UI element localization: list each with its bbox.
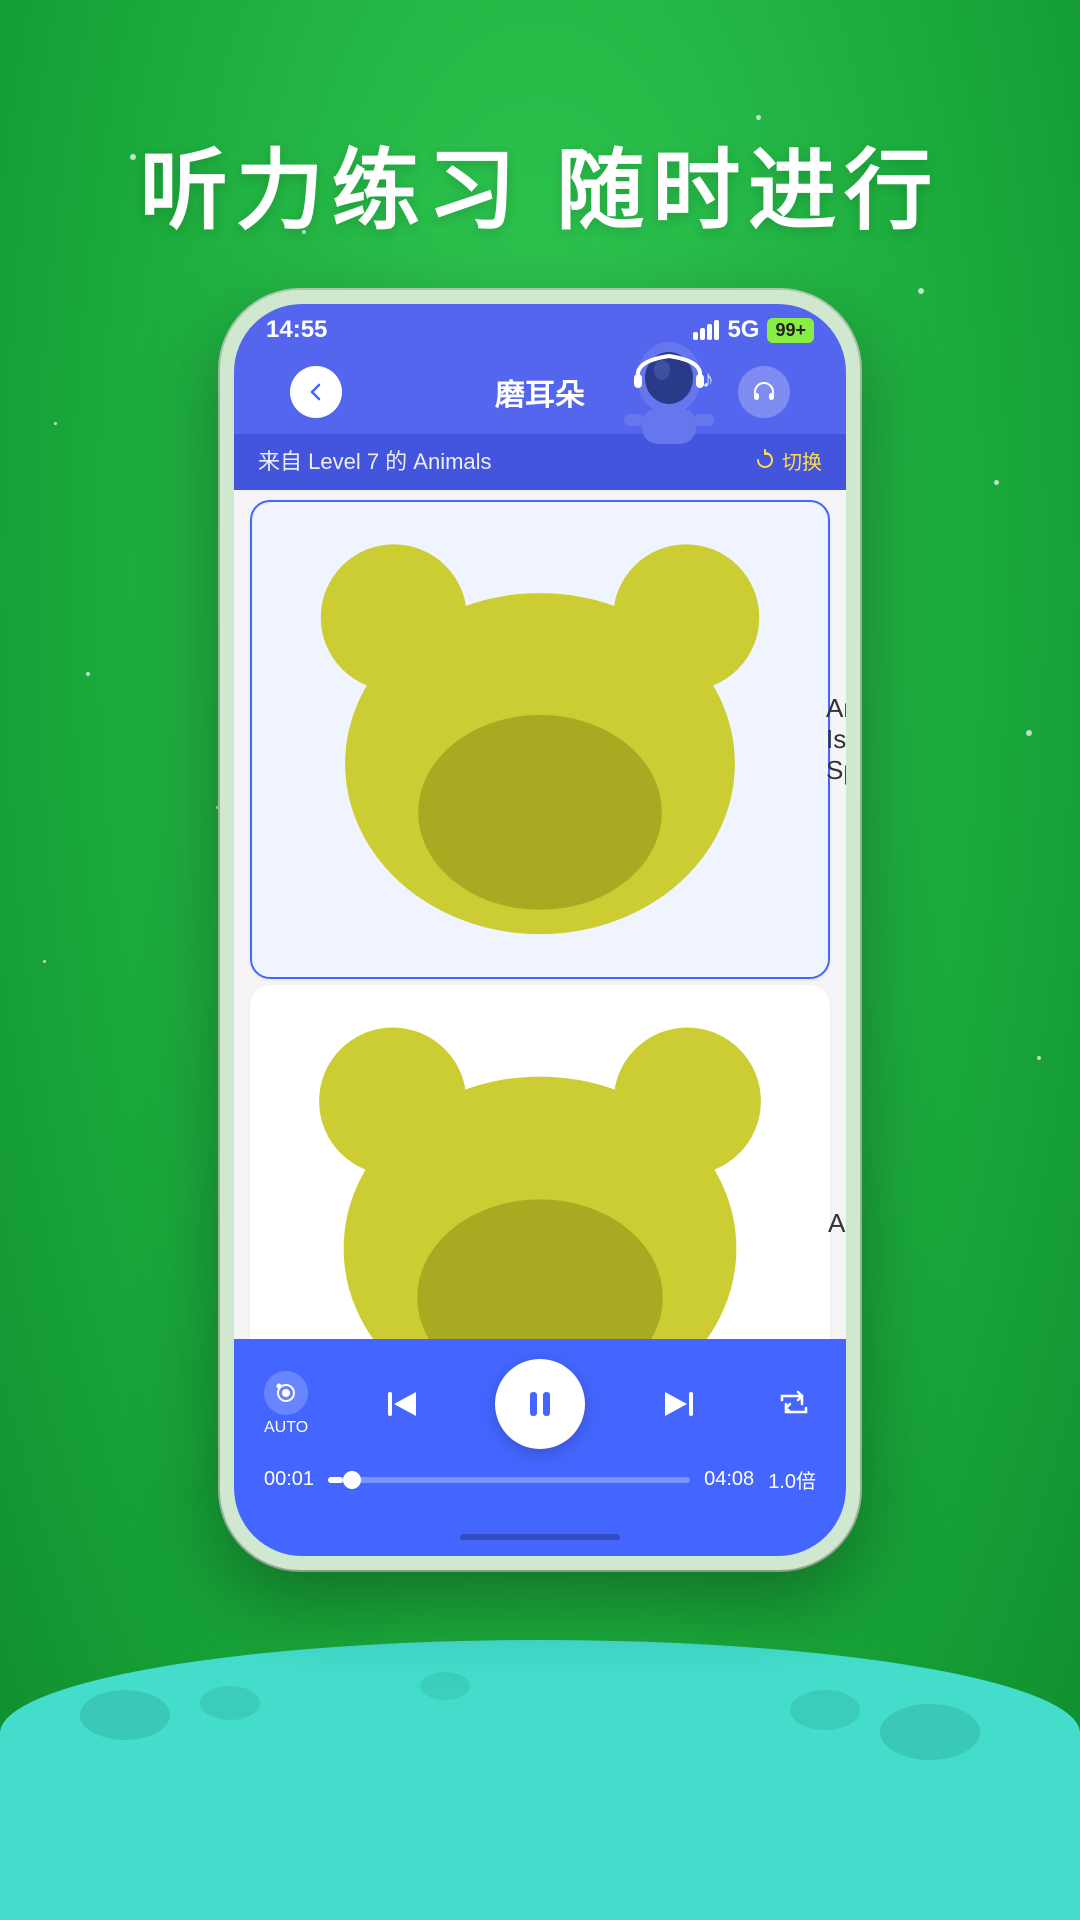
track-name: Amphibians <box>828 1208 846 1239</box>
progress-bar[interactable] <box>328 1477 690 1483</box>
bear-icon <box>272 520 808 959</box>
phone-header: 14:55 5G 99+ <box>234 304 846 434</box>
switch-button[interactable]: 切换 <box>754 446 822 475</box>
time-total: 04:08 <box>704 1468 754 1491</box>
back-button[interactable] <box>290 366 342 418</box>
speed-label[interactable]: 1.0倍 <box>768 1465 816 1494</box>
time-current: 00:01 <box>264 1468 314 1491</box>
home-bar <box>460 1534 620 1540</box>
track-item[interactable]: Amphibians <box>250 985 830 1339</box>
progress-thumb[interactable] <box>343 1471 361 1489</box>
auto-button[interactable]: AUTO <box>264 1371 308 1437</box>
status-time: 14:55 <box>266 316 327 344</box>
track-list: Amazing Island Species Amph <box>234 490 846 1339</box>
auto-icon <box>264 1371 308 1415</box>
player-area: AUTO <box>234 1339 846 1524</box>
app-nav: 磨耳朵 ♪ <box>266 356 814 434</box>
auto-label: AUTO <box>264 1419 308 1437</box>
prev-button[interactable] <box>375 1377 429 1431</box>
pause-button[interactable] <box>495 1359 585 1449</box>
track-item[interactable]: Amazing Island Species <box>250 500 830 979</box>
subtitle-text: 来自 Level 7 的 Animals <box>258 444 492 476</box>
progress-area: 00:01 04:08 1.0倍 <box>264 1465 816 1494</box>
progress-fill <box>328 1477 342 1483</box>
astronaut-decoration <box>614 326 734 466</box>
repeat-button[interactable] <box>772 1382 816 1426</box>
bear-icon <box>270 1003 810 1339</box>
battery-badge: 99+ <box>767 318 814 343</box>
next-button[interactable] <box>652 1377 706 1431</box>
home-indicator-area <box>234 1524 846 1556</box>
headline: 听力练习 随时进行 <box>0 120 1080 247</box>
subtitle-bar: 来自 Level 7 的 Animals 切换 <box>234 434 846 490</box>
switch-label: 切换 <box>782 446 822 475</box>
planet-decoration <box>0 1600 1080 1920</box>
phone-mockup: 14:55 5G 99+ <box>220 290 860 1570</box>
headphone-button[interactable] <box>738 366 790 418</box>
track-name: Amazing Island Species <box>826 693 846 786</box>
player-controls: AUTO <box>264 1359 816 1449</box>
